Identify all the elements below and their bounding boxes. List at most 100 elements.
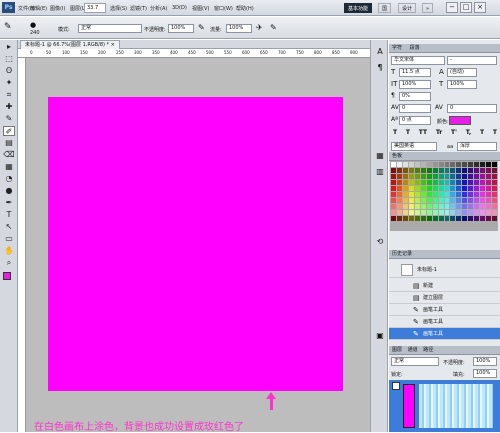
color-swatch[interactable]	[414, 216, 420, 221]
shape-tool-icon[interactable]: ▭	[3, 234, 15, 244]
zoom-tool-icon[interactable]: ⌕	[3, 258, 15, 268]
color-swatch[interactable]	[391, 204, 396, 209]
color-swatch[interactable]	[474, 168, 480, 173]
color-swatch[interactable]	[402, 180, 408, 185]
color-swatch[interactable]	[426, 186, 432, 191]
color-swatch[interactable]	[480, 198, 486, 203]
move-tool-icon[interactable]: ▸	[3, 42, 15, 52]
color-swatch[interactable]	[402, 168, 408, 173]
color-swatch[interactable]	[450, 216, 456, 221]
dodge-tool-icon[interactable]: ●	[3, 186, 15, 196]
color-swatch[interactable]	[391, 192, 396, 197]
color-swatch[interactable]	[462, 162, 468, 167]
history-item[interactable]: ▤ 新建	[389, 280, 500, 292]
swatches-grid[interactable]	[390, 161, 498, 231]
horizontal-scale-field[interactable]: 100%	[447, 80, 477, 89]
menu-image[interactable]: 图像(I)	[50, 5, 65, 12]
color-swatch[interactable]	[486, 186, 492, 191]
workspace-active-button[interactable]: 国	[378, 3, 392, 13]
color-swatch[interactable]	[444, 186, 450, 191]
color-swatch[interactable]	[420, 162, 426, 167]
color-swatch[interactable]	[480, 168, 486, 173]
history-snapshot[interactable]: 未标题-1	[389, 262, 500, 278]
color-swatch[interactable]	[480, 180, 486, 185]
color-swatch[interactable]	[492, 216, 497, 221]
menu-view[interactable]: 视图(V)	[192, 5, 209, 12]
color-swatch[interactable]	[391, 168, 396, 173]
healing-tool-icon[interactable]: ✎	[3, 114, 15, 124]
color-swatch[interactable]	[450, 174, 456, 179]
color-swatch[interactable]	[474, 210, 480, 215]
minimize-button[interactable]: −	[446, 2, 458, 13]
color-swatch[interactable]	[486, 174, 492, 179]
color-swatch[interactable]	[456, 210, 462, 215]
color-swatch[interactable]	[396, 186, 402, 191]
color-swatch[interactable]	[456, 186, 462, 191]
color-swatch[interactable]	[432, 192, 438, 197]
color-swatch[interactable]	[402, 216, 408, 221]
lasso-tool-icon[interactable]: ʘ	[3, 66, 15, 76]
color-swatch[interactable]	[438, 198, 444, 203]
all-caps-button[interactable]: TT	[419, 129, 427, 137]
color-swatch[interactable]	[438, 204, 444, 209]
color-swatch[interactable]	[438, 180, 444, 185]
color-swatch[interactable]	[426, 180, 432, 185]
color-swatch[interactable]	[480, 162, 486, 167]
color-swatch[interactable]	[426, 216, 432, 221]
color-swatch[interactable]	[444, 204, 450, 209]
color-swatch[interactable]	[474, 216, 480, 221]
zoom-field[interactable]: 33.7	[84, 3, 106, 13]
workspace-more-button[interactable]: »	[422, 3, 434, 13]
color-swatch[interactable]	[480, 210, 486, 215]
color-swatch[interactable]	[432, 168, 438, 173]
color-swatch[interactable]	[408, 186, 414, 191]
color-swatch[interactable]	[450, 192, 456, 197]
color-swatch[interactable]	[414, 186, 420, 191]
color-swatch[interactable]	[391, 174, 396, 179]
color-swatch[interactable]	[450, 210, 456, 215]
color-swatch[interactable]	[438, 192, 444, 197]
color-swatch[interactable]	[408, 210, 414, 215]
color-swatch[interactable]	[462, 210, 468, 215]
color-swatch[interactable]	[444, 216, 450, 221]
color-swatch[interactable]	[444, 162, 450, 167]
color-swatch[interactable]	[426, 204, 432, 209]
menu-3d[interactable]: 3D(D)	[172, 5, 187, 11]
marquee-tool-icon[interactable]: ⬚	[3, 54, 15, 64]
color-swatch[interactable]	[408, 192, 414, 197]
color-swatch[interactable]	[468, 204, 474, 209]
color-swatch[interactable]	[414, 174, 420, 179]
color-swatch[interactable]	[462, 204, 468, 209]
color-swatch[interactable]	[486, 198, 492, 203]
tab-channels[interactable]: 通道	[408, 347, 418, 353]
document-tab[interactable]: 未标题-1 @ 66.7%(图层 1,RGB/8) * ×	[20, 40, 120, 49]
color-swatch[interactable]	[480, 192, 486, 197]
color-swatch[interactable]	[492, 162, 497, 167]
color-swatch[interactable]	[468, 180, 474, 185]
tab-paths[interactable]: 路径	[423, 347, 433, 353]
color-swatch[interactable]	[408, 198, 414, 203]
color-swatch[interactable]	[414, 180, 420, 185]
brush-preset-icon[interactable]: ●	[30, 21, 36, 29]
font-size-field[interactable]: 11.5 点	[399, 68, 431, 77]
eraser-tool-icon[interactable]: ⌫	[3, 150, 15, 160]
layers-panel-icon[interactable]: ▣	[374, 330, 386, 342]
pen-tool-icon[interactable]: ✒	[3, 198, 15, 208]
strikethrough-button[interactable]: T	[493, 129, 497, 137]
color-swatch[interactable]	[402, 198, 408, 203]
color-swatch[interactable]	[486, 162, 492, 167]
history-item[interactable]: ✎ 画笔工具	[389, 304, 500, 316]
color-swatch[interactable]	[444, 210, 450, 215]
color-swatch[interactable]	[432, 216, 438, 221]
faux-italic-button[interactable]: T	[406, 129, 410, 137]
font-style-select[interactable]: -	[447, 56, 497, 65]
color-swatch[interactable]	[474, 204, 480, 209]
color-swatch[interactable]	[414, 210, 420, 215]
color-swatch[interactable]	[408, 168, 414, 173]
color-swatch[interactable]	[408, 180, 414, 185]
color-swatch[interactable]	[396, 192, 402, 197]
airbrush-icon[interactable]: ✈	[256, 23, 263, 32]
tab-paragraph[interactable]: 段落	[410, 45, 420, 51]
color-swatch[interactable]	[402, 204, 408, 209]
color-swatch[interactable]	[492, 204, 497, 209]
